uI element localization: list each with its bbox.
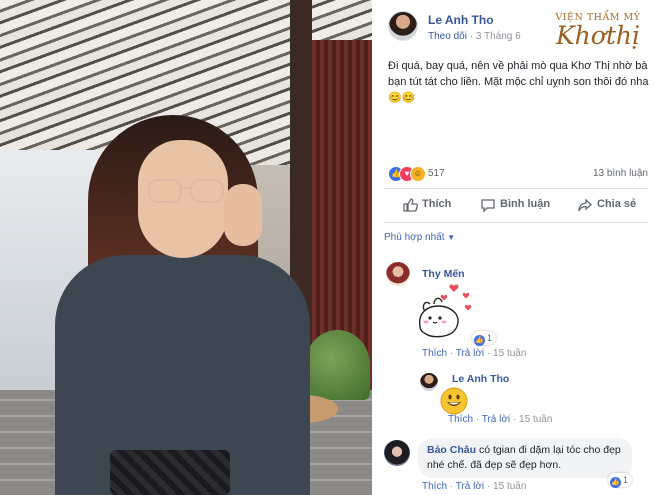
comment-age[interactable]: 15 tuần [493,348,526,359]
comment-like-count: 1 [623,475,629,485]
photo-glasses [148,179,224,203]
post-photo[interactable] [0,0,372,495]
reaction-count: 517 [428,168,445,179]
author-name[interactable]: Le Anh Tho [428,13,494,27]
comment-actions: Thích · Trả lời · 15 tuần [422,348,527,359]
comment-reply-link[interactable]: Trả lời [456,348,484,359]
post-panel: Le Anh Tho Theo dõi · 3 Tháng 6 VIỆN THẨ… [372,0,660,495]
comment-actions: Thích · Trả lời · 15 tuần [422,481,527,492]
post-text: Đi quá, bay quá, nên về phải mò qua Khơ … [388,60,649,104]
commenter-avatar[interactable] [386,262,410,286]
comment-like-link[interactable]: Thích [422,348,447,359]
photo-bag [110,450,230,495]
comment-like-badge[interactable]: 👍 1 [608,473,633,488]
reply-actions: Thích · Trả lời · 15 tuần [448,414,553,425]
chevron-down-icon: ▼ [447,233,456,242]
photo-person-hand [224,184,262,246]
haha-reaction-icon: ☺ [410,166,426,182]
reply-like-link[interactable]: Thích [448,414,473,425]
comment-bubble: Bảo Châu có tgian đi dặm lại tóc cho đẹp… [418,438,632,478]
reply-author-avatar[interactable] [420,373,438,391]
comment-button-label: Bình luận [500,198,551,210]
divider [384,222,648,223]
follow-link[interactable]: Theo dõi [428,31,467,42]
comment-like-count: 1 [487,333,493,343]
like-icon: 👍 [610,477,621,488]
post-date[interactable]: 3 Tháng 6 [476,31,521,42]
comment-count[interactable]: 13 bình luận [593,168,648,179]
comment-author[interactable]: Bảo Châu [427,444,476,456]
share-button-label: Chia sẻ [597,198,637,210]
photo-plant [305,330,370,400]
comment-author[interactable]: Thy Mến [422,268,465,280]
thumbs-up-icon [403,198,418,212]
post-meta: Theo dõi · 3 Tháng 6 [428,31,521,42]
reply-age[interactable]: 15 tuần [519,414,552,425]
meta-separator: · [469,31,474,42]
like-icon: 👍 [474,335,485,346]
comment-sort-dropdown[interactable]: Phù hợp nhất ▼ [384,232,455,243]
author-avatar[interactable] [388,11,418,41]
divider [384,188,648,189]
like-button-label: Thích [422,198,452,210]
watermark-brand: Khơthị [556,21,640,50]
grin-emoji-icon [440,387,468,415]
comment-age[interactable]: 15 tuần [493,481,526,492]
comment-reply-link[interactable]: Trả lời [456,481,484,492]
sort-label: Phù hợp nhất [384,232,445,243]
reply-author[interactable]: Le Anh Tho [452,373,509,385]
reply-reply-link[interactable]: Trả lời [482,414,510,425]
heart-sticker-icon [419,284,472,338]
comment-icon [481,199,495,213]
brand-watermark: VIỆN THẨM MỸ Khơthị [542,12,654,49]
comment-like-link[interactable]: Thích [422,481,447,492]
share-icon [578,198,592,212]
commenter-avatar[interactable] [384,440,410,466]
comment-like-badge[interactable]: 👍 1 [472,331,497,346]
